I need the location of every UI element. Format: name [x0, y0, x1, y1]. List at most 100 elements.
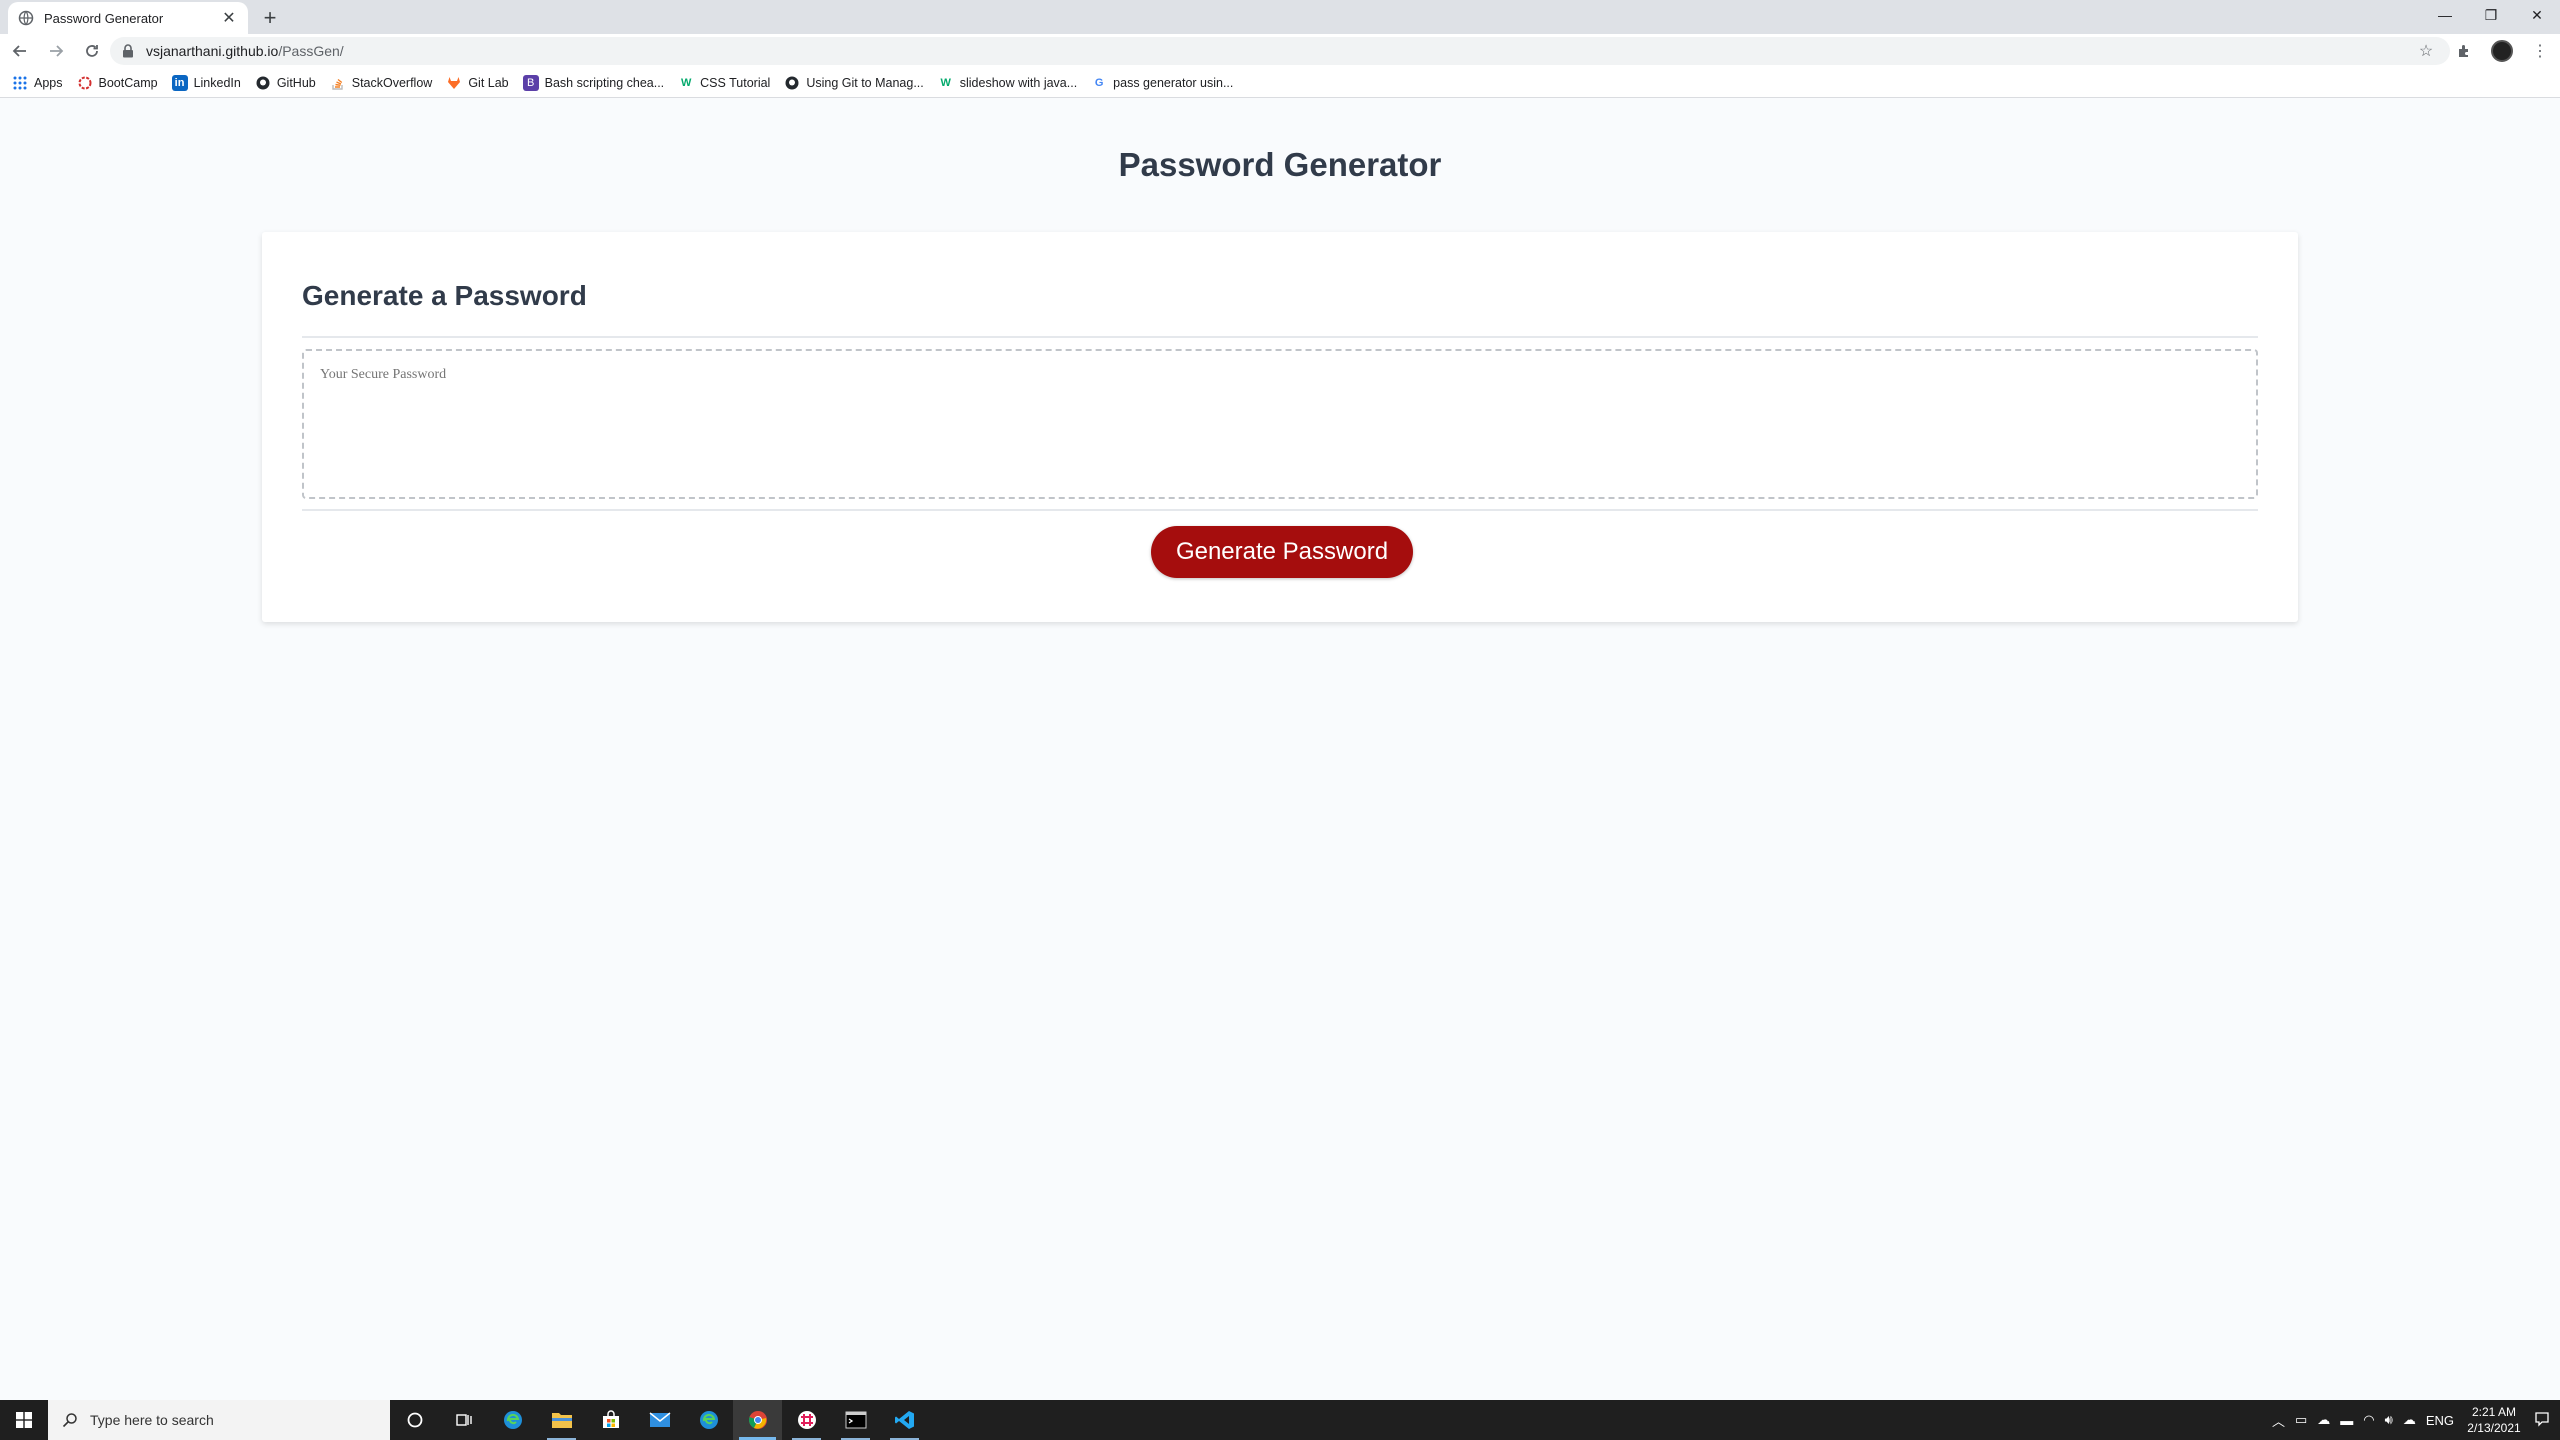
tab-password-generator[interactable]: Password Generator ✕	[8, 2, 248, 34]
address-bar[interactable]: vsjanarthani.github.io/PassGen/	[110, 37, 2450, 65]
restore-button[interactable]: ❐	[2468, 0, 2514, 30]
w3schools-icon: W	[940, 76, 951, 89]
bookmark-css-tutorial[interactable]: W CSS Tutorial	[678, 75, 770, 91]
battery-icon[interactable]: ▬	[2340, 1413, 2353, 1428]
clock-date: 2/13/2021	[2467, 1421, 2521, 1435]
profile-avatar[interactable]	[2490, 39, 2514, 63]
tab-title: Password Generator	[44, 10, 164, 26]
folder-icon	[551, 1413, 572, 1428]
onedrive-icon[interactable]: ☁	[2317, 1412, 2330, 1428]
taskbar-chrome[interactable]	[733, 1400, 782, 1440]
bookmark-pass-generator[interactable]: G pass generator usin...	[1091, 75, 1234, 91]
extensions-icon[interactable]	[2452, 39, 2476, 63]
forward-button[interactable]	[40, 35, 72, 67]
edge-icon	[699, 1411, 718, 1429]
card-header: Generate a Password	[302, 280, 587, 311]
url-text: vsjanarthani.github.io/PassGen/	[146, 43, 344, 59]
bookmark-using-git[interactable]: Using Git to Manag...	[784, 75, 924, 91]
meet-now-icon[interactable]: ▭	[2295, 1412, 2307, 1428]
tab-strip: Password Generator ✕ + — ❐ ✕	[0, 0, 2560, 34]
taskbar-terminal[interactable]	[831, 1400, 880, 1440]
taskbar-edge[interactable]	[488, 1400, 537, 1440]
close-tab-icon[interactable]: ✕	[220, 8, 238, 28]
arrow-right-icon	[50, 45, 64, 57]
star-icon[interactable]: ☆	[2414, 39, 2438, 63]
taskbar-store[interactable]	[586, 1400, 635, 1440]
bookmark-label: StackOverflow	[351, 75, 433, 90]
vscode-icon	[894, 1411, 914, 1429]
taskbar-search[interactable]: Type here to search	[48, 1400, 390, 1440]
wifi-icon[interactable]: ◠	[2363, 1412, 2374, 1428]
page-title: Password Generator	[1118, 146, 1442, 183]
bookmark-apps[interactable]: Apps	[12, 75, 63, 91]
globe-icon	[18, 10, 34, 26]
bash-icon: B	[522, 74, 539, 91]
google-icon: G	[1094, 76, 1104, 89]
divider	[302, 509, 2258, 511]
divider	[302, 336, 2258, 338]
task-view-button[interactable]	[439, 1400, 488, 1440]
taskbar-vscode[interactable]	[880, 1400, 929, 1440]
taskbar-edge-2[interactable]	[684, 1400, 733, 1440]
clock[interactable]: 2:21 AM 2/13/2021	[2464, 1404, 2524, 1436]
bookmark-github[interactable]: GitHub	[255, 75, 316, 91]
gitlab-icon	[446, 75, 462, 91]
language-indicator[interactable]: ENG	[2426, 1413, 2454, 1428]
github-icon	[255, 75, 271, 91]
password-card: Generate a Password Generate Password	[262, 232, 2298, 622]
lock-icon	[122, 44, 136, 58]
bookmark-label: Apps	[34, 75, 63, 90]
bookmark-label: LinkedIn	[193, 75, 241, 90]
url-host: vsjanarthani.github.io	[146, 43, 279, 59]
back-button[interactable]	[4, 35, 36, 67]
cortana-button[interactable]	[390, 1400, 439, 1440]
reload-button[interactable]	[76, 35, 108, 67]
chevron-up-icon[interactable]: ︿	[2272, 1411, 2285, 1430]
bootcamp-icon	[77, 75, 93, 91]
bookmark-linkedin[interactable]: in LinkedIn	[171, 74, 241, 91]
arrow-left-icon	[12, 45, 26, 57]
bookmark-label: slideshow with java...	[959, 75, 1078, 90]
search-icon	[62, 1413, 77, 1428]
close-window-button[interactable]: ✕	[2514, 0, 2560, 30]
system-tray: ︿ ▭ ☁ ▬ ◠ 🔊︎ ☁ ENG 2:21 AM 2/13/2021	[2272, 1400, 2560, 1440]
bookmark-bootcamp[interactable]: BootCamp	[77, 75, 158, 91]
slack-icon	[797, 1411, 816, 1429]
apps-grid-icon	[12, 75, 28, 91]
reload-icon	[86, 45, 98, 57]
bookmark-label: BootCamp	[98, 75, 158, 90]
bookmark-label: pass generator usin...	[1113, 75, 1234, 90]
notifications-icon[interactable]	[2534, 1411, 2550, 1430]
browser-toolbar: vsjanarthani.github.io/PassGen/	[0, 34, 2560, 68]
generate-password-button[interactable]: Generate Password	[1151, 526, 1413, 578]
windows-logo-icon	[16, 1412, 32, 1428]
password-textarea[interactable]	[302, 349, 2258, 499]
menu-kebab-icon[interactable]: ⋮	[2528, 39, 2552, 63]
cloud-icon[interactable]: ☁	[2403, 1412, 2416, 1428]
task-view-icon	[455, 1414, 472, 1426]
bookmark-label: Using Git to Manag...	[806, 75, 924, 90]
linkedin-icon: in	[171, 74, 188, 91]
edge-icon	[503, 1411, 522, 1429]
taskbar-mail[interactable]	[635, 1400, 684, 1440]
start-button[interactable]	[0, 1400, 48, 1440]
taskbar: Type here to search ︿ ▭ ☁ ▬ ◠ 🔊︎ ☁ ENG 2…	[0, 1400, 2560, 1440]
bookmark-label: CSS Tutorial	[700, 75, 771, 90]
bookmark-label: Git Lab	[468, 75, 509, 90]
search-placeholder: Type here to search	[90, 1412, 214, 1428]
taskbar-slack[interactable]	[782, 1400, 831, 1440]
bookmark-stackoverflow[interactable]: StackOverflow	[330, 75, 433, 91]
store-icon	[602, 1410, 619, 1428]
url-path: /PassGen/	[278, 43, 344, 59]
bookmark-bash[interactable]: B Bash scripting chea...	[522, 74, 664, 91]
new-tab-button[interactable]: +	[258, 5, 282, 30]
stackoverflow-icon	[330, 75, 346, 91]
taskbar-file-explorer[interactable]	[537, 1400, 586, 1440]
volume-icon[interactable]: 🔊︎	[2385, 1412, 2393, 1428]
bookmarks-bar: Apps BootCamp in LinkedIn GitHub StackOv…	[0, 68, 2560, 98]
bookmark-slideshow[interactable]: W slideshow with java...	[938, 75, 1078, 91]
bookmark-gitlab[interactable]: Git Lab	[446, 75, 509, 91]
bookmark-label: GitHub	[276, 75, 316, 90]
minimize-button[interactable]: —	[2422, 0, 2468, 30]
w3schools-icon: W	[680, 76, 692, 89]
